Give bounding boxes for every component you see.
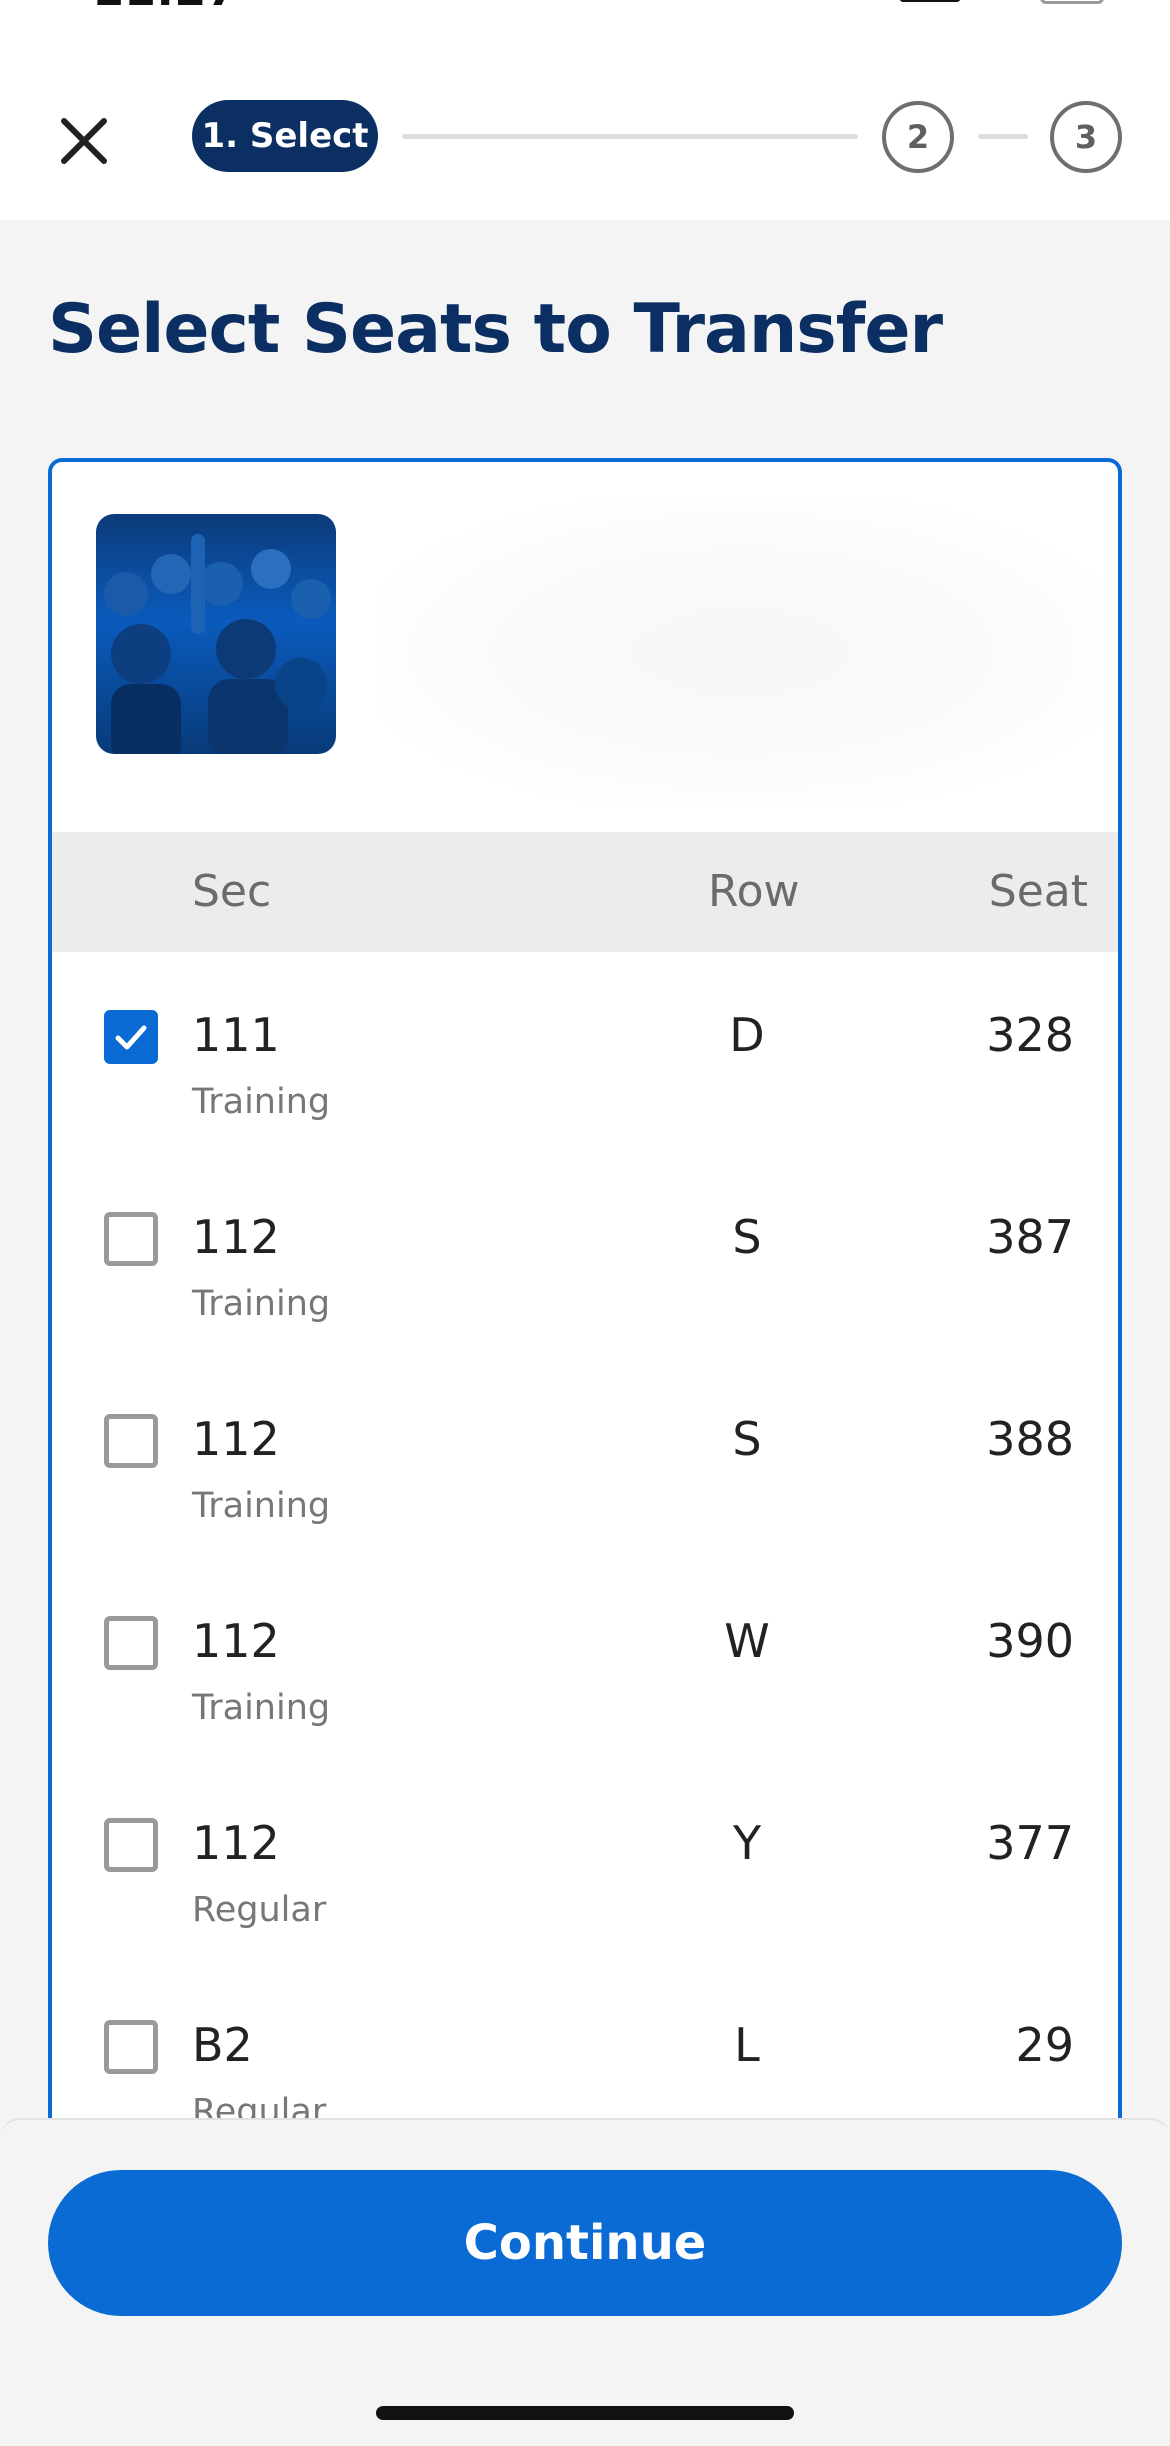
battery-icon	[1040, 0, 1104, 4]
close-icon	[61, 118, 107, 164]
status-icons	[900, 0, 1110, 4]
seat-checkbox[interactable]	[104, 2020, 158, 2074]
seat-checkbox[interactable]	[104, 1212, 158, 1266]
step-2: 2	[882, 101, 954, 173]
seat-type: Regular	[192, 1890, 327, 1930]
seat-number: 328	[986, 1008, 1074, 1062]
seat-row[interactable]: 112 Regular Y 377	[52, 1760, 1118, 1962]
seat-row[interactable]: 112 Training S 388	[52, 1356, 1118, 1558]
seat-checkbox[interactable]	[104, 1414, 158, 1468]
step-3: 3	[1050, 101, 1122, 173]
seat-section: 112	[192, 1614, 280, 1668]
seat-checkbox[interactable]	[104, 1616, 158, 1670]
seat-row-letter: L	[734, 2018, 760, 2072]
seat-row[interactable]: 112 Training W 390	[52, 1558, 1118, 1760]
page-title: Select Seats to Transfer	[48, 290, 943, 369]
seat-type: Training	[192, 1082, 331, 1122]
seat-number: 29	[1015, 2018, 1074, 2072]
seat-row[interactable]: 112 Training S 387	[52, 1154, 1118, 1356]
step-connector	[402, 134, 858, 139]
home-indicator	[376, 2406, 794, 2420]
table-header: Sec Row Seat	[52, 832, 1118, 952]
header-sec: Sec	[192, 866, 272, 917]
check-icon	[115, 1025, 147, 1050]
seat-row-letter: W	[724, 1614, 770, 1668]
seat-checkbox[interactable]	[104, 1010, 158, 1064]
seat-row-letter: S	[732, 1412, 762, 1466]
header-seat: Seat	[988, 866, 1088, 917]
seat-section: 112	[192, 1412, 280, 1466]
seat-number: 388	[986, 1412, 1074, 1466]
signal-icon	[900, 0, 960, 2]
seat-checkbox[interactable]	[104, 1818, 158, 1872]
status-bar: 11:27	[0, 0, 1170, 40]
status-time: 11:27	[92, 0, 238, 16]
step-connector	[978, 134, 1028, 139]
bottom-action-bar: Continue	[0, 2118, 1170, 2446]
seat-section: 112	[192, 1816, 280, 1870]
event-image	[96, 514, 336, 754]
seat-type: Training	[192, 1688, 331, 1728]
seat-type: Training	[192, 1486, 331, 1526]
seat-section: B2	[192, 2018, 253, 2072]
seat-row-letter: Y	[732, 1816, 762, 1870]
seat-number: 390	[986, 1614, 1074, 1668]
seat-section: 111	[192, 1008, 280, 1062]
top-navigation: 1. Select 2 3	[0, 40, 1170, 220]
seat-row-letter: D	[729, 1008, 765, 1062]
event-info	[382, 502, 1102, 802]
continue-button[interactable]: Continue	[48, 2170, 1122, 2316]
seat-selection-card: Sec Row Seat 111 Training D 328 112 Trai…	[48, 458, 1122, 2158]
header-row: Row	[708, 866, 800, 917]
seat-number: 387	[986, 1210, 1074, 1264]
step-1-select: 1. Select	[192, 100, 378, 172]
seat-type: Training	[192, 1284, 331, 1324]
seat-number: 377	[986, 1816, 1074, 1870]
seat-section: 112	[192, 1210, 280, 1264]
seat-row[interactable]: 111 Training D 328	[52, 952, 1118, 1154]
close-button[interactable]	[50, 107, 118, 175]
seat-row-letter: S	[732, 1210, 762, 1264]
